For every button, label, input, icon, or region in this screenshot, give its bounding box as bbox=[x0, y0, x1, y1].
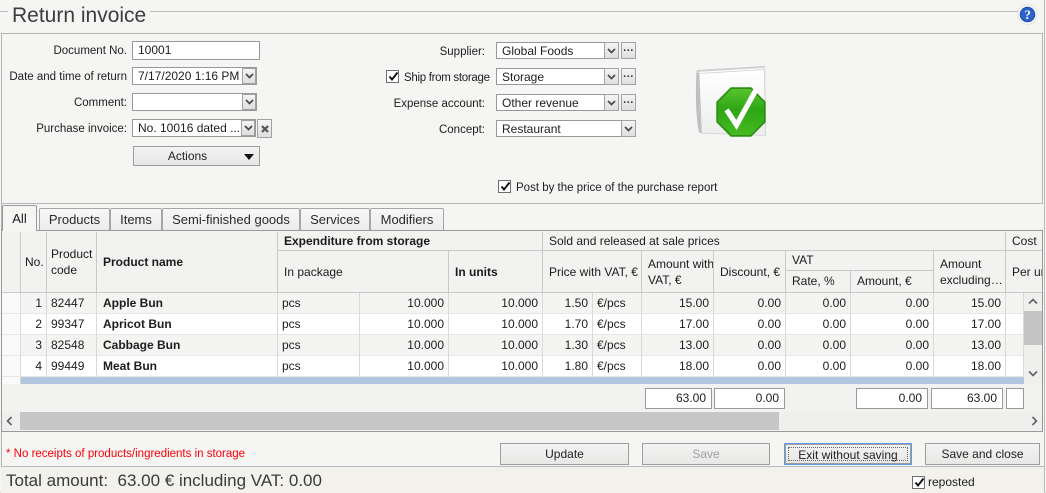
svg-text:?: ? bbox=[1024, 7, 1031, 22]
